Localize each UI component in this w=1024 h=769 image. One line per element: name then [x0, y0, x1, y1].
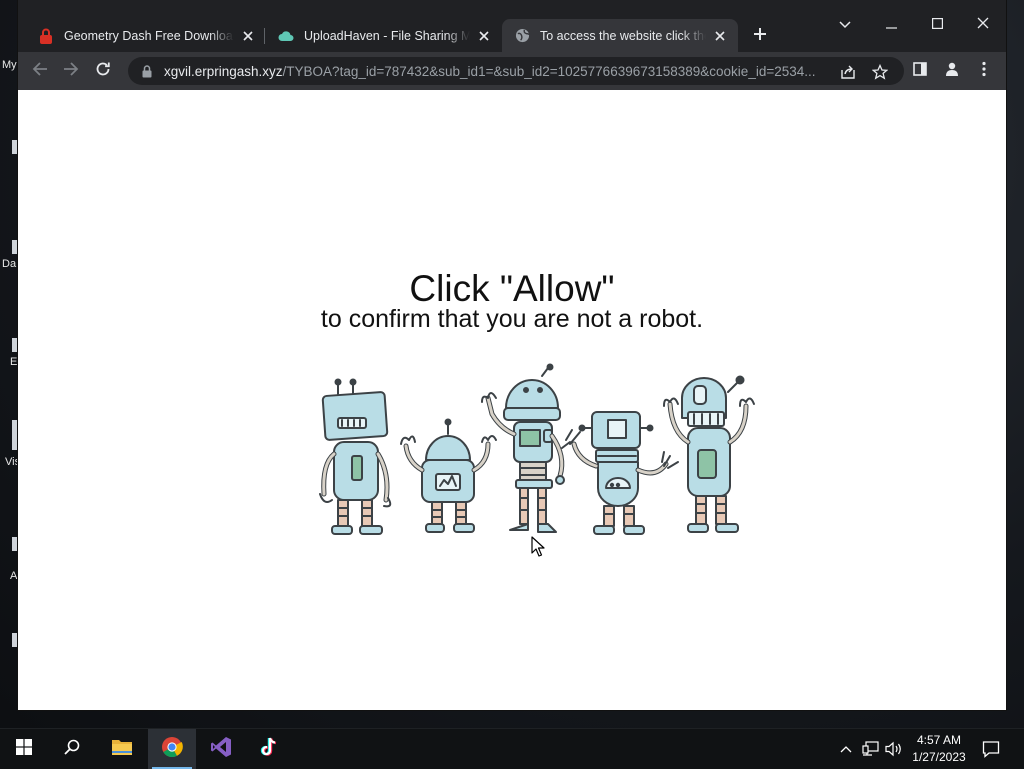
url-path: /TYBOA?tag_id=787432&sub_id1=&sub_id2=10…: [282, 63, 816, 79]
robot-1: [319, 378, 392, 535]
clock-time: 4:57 AM: [916, 733, 962, 747]
robots-illustration: [319, 363, 755, 535]
volume-icon[interactable]: [884, 739, 904, 759]
tab-title: Geometry Dash Free Download (: [64, 28, 234, 43]
file-explorer-icon: [111, 738, 133, 761]
tab-title: To access the website click the "A: [540, 28, 706, 43]
page-subline: to confirm that you are not a robot.: [320, 305, 704, 333]
tiktok-icon: [260, 737, 278, 762]
close-icon[interactable]: [240, 28, 256, 44]
notifications-icon[interactable]: [981, 739, 1001, 759]
forward-arrow-icon: [63, 61, 79, 82]
globe-icon: [514, 28, 530, 44]
back-button[interactable]: [27, 58, 53, 84]
url-host: xgvil.erpringash.xyz: [164, 63, 283, 79]
side-panel-button[interactable]: [907, 58, 933, 84]
maximize-icon: [931, 16, 943, 34]
chrome-button[interactable]: [148, 729, 196, 769]
url-text[interactable]: xgvil.erpringash.xyz/TYBOA?tag_id=787432…: [164, 64, 834, 79]
plus-icon: [753, 27, 767, 46]
star-icon[interactable]: [870, 62, 890, 82]
lock-icon[interactable]: [140, 64, 154, 78]
profile-icon: [944, 61, 960, 82]
forward-button[interactable]: [58, 58, 84, 84]
cloud-icon: [278, 28, 294, 44]
desktop-icon-label[interactable]: E: [10, 356, 17, 368]
robot-4: [561, 411, 679, 535]
mouse-cursor-icon: [531, 536, 545, 557]
tab-divider: [264, 28, 265, 44]
tab-title: UploadHaven - File Sharing Mad: [304, 28, 470, 43]
page-viewport: Click "Allow" to confirm that you are no…: [18, 90, 1006, 710]
desktop-icon-label[interactable]: A: [10, 570, 17, 582]
tiktok-button[interactable]: [245, 729, 293, 769]
system-clock[interactable]: 4:57 AM 1/27/2023: [906, 732, 972, 766]
kebab-menu-icon: [982, 61, 986, 82]
chrome-icon: [161, 736, 183, 763]
taskbar: 4:57 AM 1/27/2023: [0, 728, 1024, 769]
reload-icon: [95, 61, 111, 82]
desktop-icon-label[interactable]: My: [2, 59, 17, 71]
start-icon: [16, 738, 32, 760]
visual-studio-icon: [210, 736, 232, 763]
tab-search-button[interactable]: [830, 10, 860, 40]
tab-geometry-dash[interactable]: Geometry Dash Free Download (: [26, 19, 266, 52]
tab-robot-check[interactable]: To access the website click the "A: [502, 19, 738, 52]
clock-date: 1/27/2023: [912, 750, 966, 764]
search-button[interactable]: [48, 729, 96, 769]
tab-uploadhaven[interactable]: UploadHaven - File Sharing Mad: [266, 19, 502, 52]
back-arrow-icon: [32, 61, 48, 82]
reload-button[interactable]: [90, 58, 116, 84]
page-headline: Click "Allow": [409, 268, 615, 309]
address-bar[interactable]: xgvil.erpringash.xyz/TYBOA?tag_id=787432…: [128, 57, 904, 85]
visual-studio-button[interactable]: [197, 729, 245, 769]
close-icon: [977, 16, 989, 34]
chevron-up-icon[interactable]: [836, 739, 856, 759]
browser-window: Geometry Dash Free Download ( UploadHave…: [18, 0, 1006, 710]
close-icon[interactable]: [712, 28, 728, 44]
desktop-icon-label[interactable]: Da: [2, 258, 16, 270]
menu-button[interactable]: [971, 58, 997, 84]
new-tab-button[interactable]: [748, 24, 772, 48]
browser-toolbar: xgvil.erpringash.xyz/TYBOA?tag_id=787432…: [18, 52, 1006, 90]
maximize-button[interactable]: [922, 10, 952, 40]
minimize-button[interactable]: [876, 10, 906, 40]
side-panel-icon: [913, 61, 927, 81]
chevron-down-icon: [839, 16, 851, 34]
search-icon: [64, 739, 80, 760]
robot-5: [663, 375, 755, 533]
robot-2: [400, 418, 497, 533]
minimize-icon: [885, 16, 897, 34]
close-window-button[interactable]: [968, 10, 998, 40]
close-icon[interactable]: [476, 28, 492, 44]
start-button[interactable]: [0, 729, 48, 769]
network-icon[interactable]: [861, 739, 881, 759]
robot-3: [481, 363, 565, 533]
profile-button[interactable]: [939, 58, 965, 84]
red-lock-icon: [38, 28, 54, 44]
tab-strip: Geometry Dash Free Download ( UploadHave…: [18, 0, 1006, 52]
file-explorer-button[interactable]: [98, 729, 146, 769]
share-icon[interactable]: [838, 62, 858, 82]
